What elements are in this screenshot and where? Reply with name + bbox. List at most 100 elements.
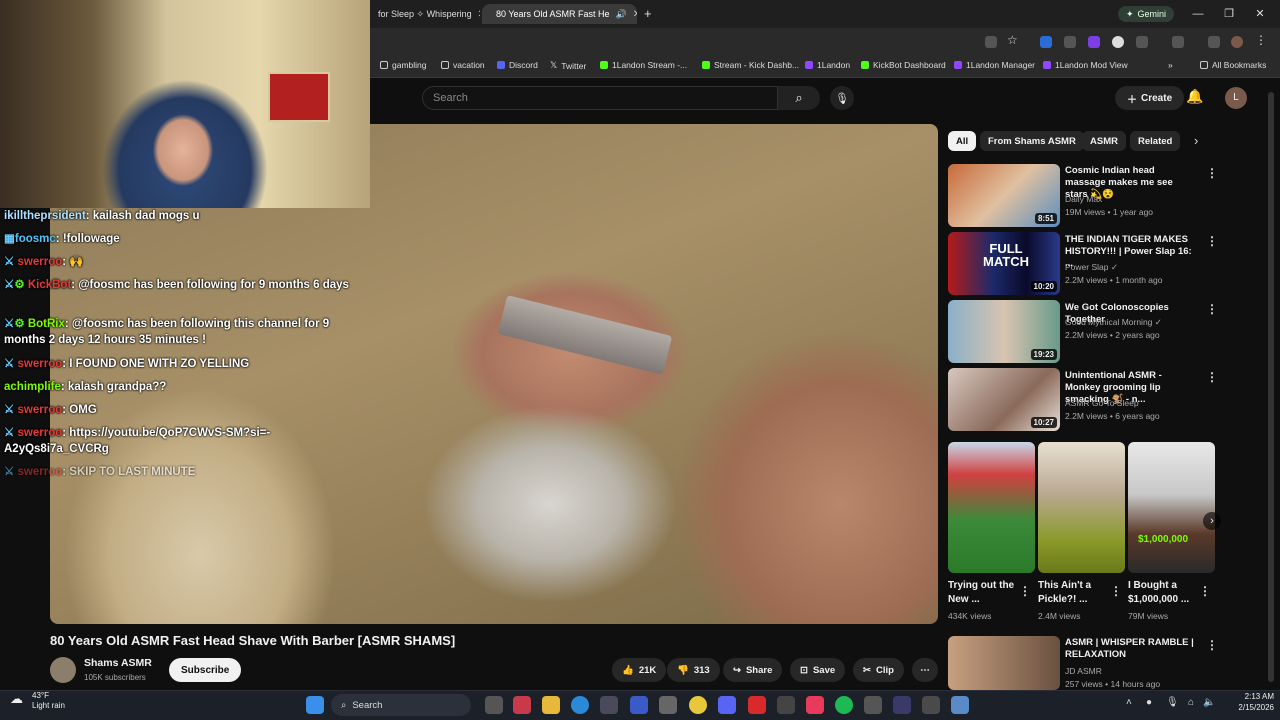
bookmarks-overflow-icon[interactable]: » xyxy=(1168,60,1173,70)
spotify-icon[interactable] xyxy=(835,696,853,714)
search-input[interactable]: Search xyxy=(422,86,778,110)
bookmark-vacation[interactable]: vacation xyxy=(441,60,485,70)
chevron-right-icon[interactable]: › xyxy=(1203,512,1221,530)
windows-start-icon[interactable] xyxy=(306,696,324,714)
video-thumbnail[interactable]: 19:23 xyxy=(948,300,1060,363)
tab-video[interactable]: 80 Years Old ASMR Fast He 🔊 ✕ xyxy=(482,4,637,24)
app-icon[interactable] xyxy=(864,696,882,714)
chrome-icon[interactable] xyxy=(689,696,707,714)
twitch-extension-icon[interactable] xyxy=(1088,36,1100,48)
channel-avatar[interactable] xyxy=(50,657,76,683)
tray-app-icon[interactable]: ● xyxy=(1146,697,1152,708)
maximize-icon[interactable]: ❐ xyxy=(1219,5,1239,23)
taskbar-search[interactable]: ⌕ Search xyxy=(331,694,471,716)
bookmark-twitter[interactable]: 𝕏 Twitter xyxy=(550,60,586,71)
subscribe-button[interactable]: Subscribe xyxy=(169,658,242,682)
star-icon[interactable]: ☆ xyxy=(1007,33,1018,47)
more-icon[interactable]: ⋮ xyxy=(1110,584,1122,598)
discord-icon[interactable] xyxy=(718,696,736,714)
search-button[interactable]: ⌕ xyxy=(778,86,820,110)
short-title[interactable]: Trying out the New ... xyxy=(948,579,1024,607)
bookmark-stream[interactable]: 1Landon Stream -... xyxy=(600,60,687,70)
profile-icon[interactable] xyxy=(1231,36,1243,48)
app-icon[interactable] xyxy=(513,696,531,714)
short-thumbnail[interactable] xyxy=(948,442,1035,573)
clock[interactable]: 2:13 AM 2/15/2026 xyxy=(1224,691,1274,713)
chevron-right-icon[interactable]: › xyxy=(1194,133,1198,148)
tab-search-icon[interactable] xyxy=(1172,36,1184,48)
close-icon[interactable]: ✕ xyxy=(633,9,637,20)
bookmark-1landon[interactable]: 1Landon xyxy=(805,60,850,70)
more-icon[interactable]: ⋮ xyxy=(1206,234,1218,248)
chip-related[interactable]: Related xyxy=(1130,131,1181,151)
more-icon[interactable]: ⋮ xyxy=(1206,638,1218,652)
rec-channel[interactable]: Power Slap ✓ xyxy=(1065,262,1118,273)
short-title[interactable]: I Bought a $1,000,000 ... xyxy=(1128,579,1204,607)
create-button[interactable]: ＋ Create xyxy=(1115,86,1185,110)
app-icon[interactable] xyxy=(777,696,795,714)
more-icon[interactable]: ⋮ xyxy=(1206,166,1218,180)
mic-icon[interactable]: 🎙 xyxy=(1166,697,1179,708)
puzzle-icon[interactable] xyxy=(1136,36,1148,48)
bookmark-gambling[interactable]: gambling xyxy=(380,60,427,70)
bookmark-discord[interactable]: Discord xyxy=(497,60,538,70)
more-icon[interactable]: ⋮ xyxy=(1206,370,1218,384)
chip-asmr[interactable]: ASMR xyxy=(1082,131,1126,151)
more-actions-icon[interactable]: ⋯ xyxy=(912,658,938,682)
more-icon[interactable]: ⋮ xyxy=(1019,584,1031,598)
rec-channel[interactable]: JD ASMR xyxy=(1065,666,1102,676)
clip-button[interactable]: ✂ Clip xyxy=(853,658,904,682)
app-icon[interactable] xyxy=(630,696,648,714)
edge-icon[interactable] xyxy=(571,696,589,714)
menu-icon[interactable]: ⋮ xyxy=(1255,33,1267,47)
tab-sleep[interactable]: for Sleep ✧ Whispering ✕ xyxy=(370,4,480,24)
chevron-up-icon[interactable]: ˄ xyxy=(1126,697,1132,708)
more-icon[interactable]: ⋮ xyxy=(1206,302,1218,316)
rec-channel[interactable]: ASMR Go To Sleep xyxy=(1065,398,1139,408)
short-thumbnail[interactable]: $1,000,000 xyxy=(1128,442,1215,573)
task-view-icon[interactable] xyxy=(485,696,503,714)
minimize-icon[interactable]: — xyxy=(1188,5,1208,23)
chip-all[interactable]: All xyxy=(948,131,977,151)
bell-icon[interactable]: 🔔 xyxy=(1186,88,1203,105)
video-thumbnail[interactable]: 10:27 xyxy=(948,368,1060,431)
bookmark-kick-dashboard[interactable]: Stream - Kick Dashb... xyxy=(702,60,799,70)
rec-title[interactable]: ASMR | WHISPER RAMBLE | RELAXATION xyxy=(1065,637,1195,661)
bookmark-mod-view[interactable]: 1Landon Mod View xyxy=(1043,60,1128,70)
dislike-button[interactable]: 👎 313 xyxy=(667,658,720,682)
speaker-icon[interactable]: 🔊 xyxy=(616,9,627,20)
chip-from-channel[interactable]: From Shams ASMR xyxy=(980,131,1084,151)
app-icon[interactable] xyxy=(806,696,824,714)
all-bookmarks[interactable]: All Bookmarks xyxy=(1200,60,1266,70)
file-explorer-icon[interactable] xyxy=(542,696,560,714)
close-window-icon[interactable]: ✕ xyxy=(1250,5,1270,23)
scrollbar[interactable] xyxy=(1268,92,1274,682)
extension-icon[interactable] xyxy=(1112,36,1124,48)
short-title[interactable]: This Ain't a Pickle?! ... xyxy=(1038,579,1114,607)
bookmark-kickbot[interactable]: KickBot Dashboard xyxy=(861,60,946,70)
like-button[interactable]: 👍 21K xyxy=(612,658,667,682)
short-thumbnail[interactable] xyxy=(1038,442,1125,573)
extension-icon[interactable] xyxy=(1040,36,1052,48)
app-icon[interactable] xyxy=(951,696,969,714)
mic-icon[interactable]: 🎙 xyxy=(830,86,854,110)
gemini-button[interactable]: ✦ Gemini xyxy=(1118,6,1175,22)
avatar[interactable]: L xyxy=(1225,87,1247,109)
app-icon[interactable] xyxy=(893,696,911,714)
channel-name[interactable]: Shams ASMR xyxy=(84,657,152,669)
network-icon[interactable]: ⌂ xyxy=(1188,697,1194,708)
rec-channel[interactable]: Daily Max xyxy=(1065,194,1102,204)
video-thumbnail[interactable] xyxy=(948,636,1060,690)
more-icon[interactable]: ⋮ xyxy=(1199,584,1211,598)
volume-icon[interactable]: 🔈 xyxy=(1203,697,1215,708)
share-button[interactable]: ↪ Share xyxy=(723,658,783,682)
weather-widget[interactable]: ☁ 43°F Light rain xyxy=(10,691,65,711)
video-thumbnail[interactable]: 8:51 xyxy=(948,164,1060,227)
app-icon[interactable] xyxy=(922,696,940,714)
new-tab-button[interactable]: + xyxy=(644,6,652,21)
video-thumbnail[interactable]: FULL MATCH 10:20 xyxy=(948,232,1060,295)
close-icon[interactable]: ✕ xyxy=(478,9,480,20)
install-icon[interactable] xyxy=(985,36,997,48)
store-icon[interactable] xyxy=(600,696,618,714)
bookmark-manager[interactable]: 1Landon Manager xyxy=(954,60,1035,70)
